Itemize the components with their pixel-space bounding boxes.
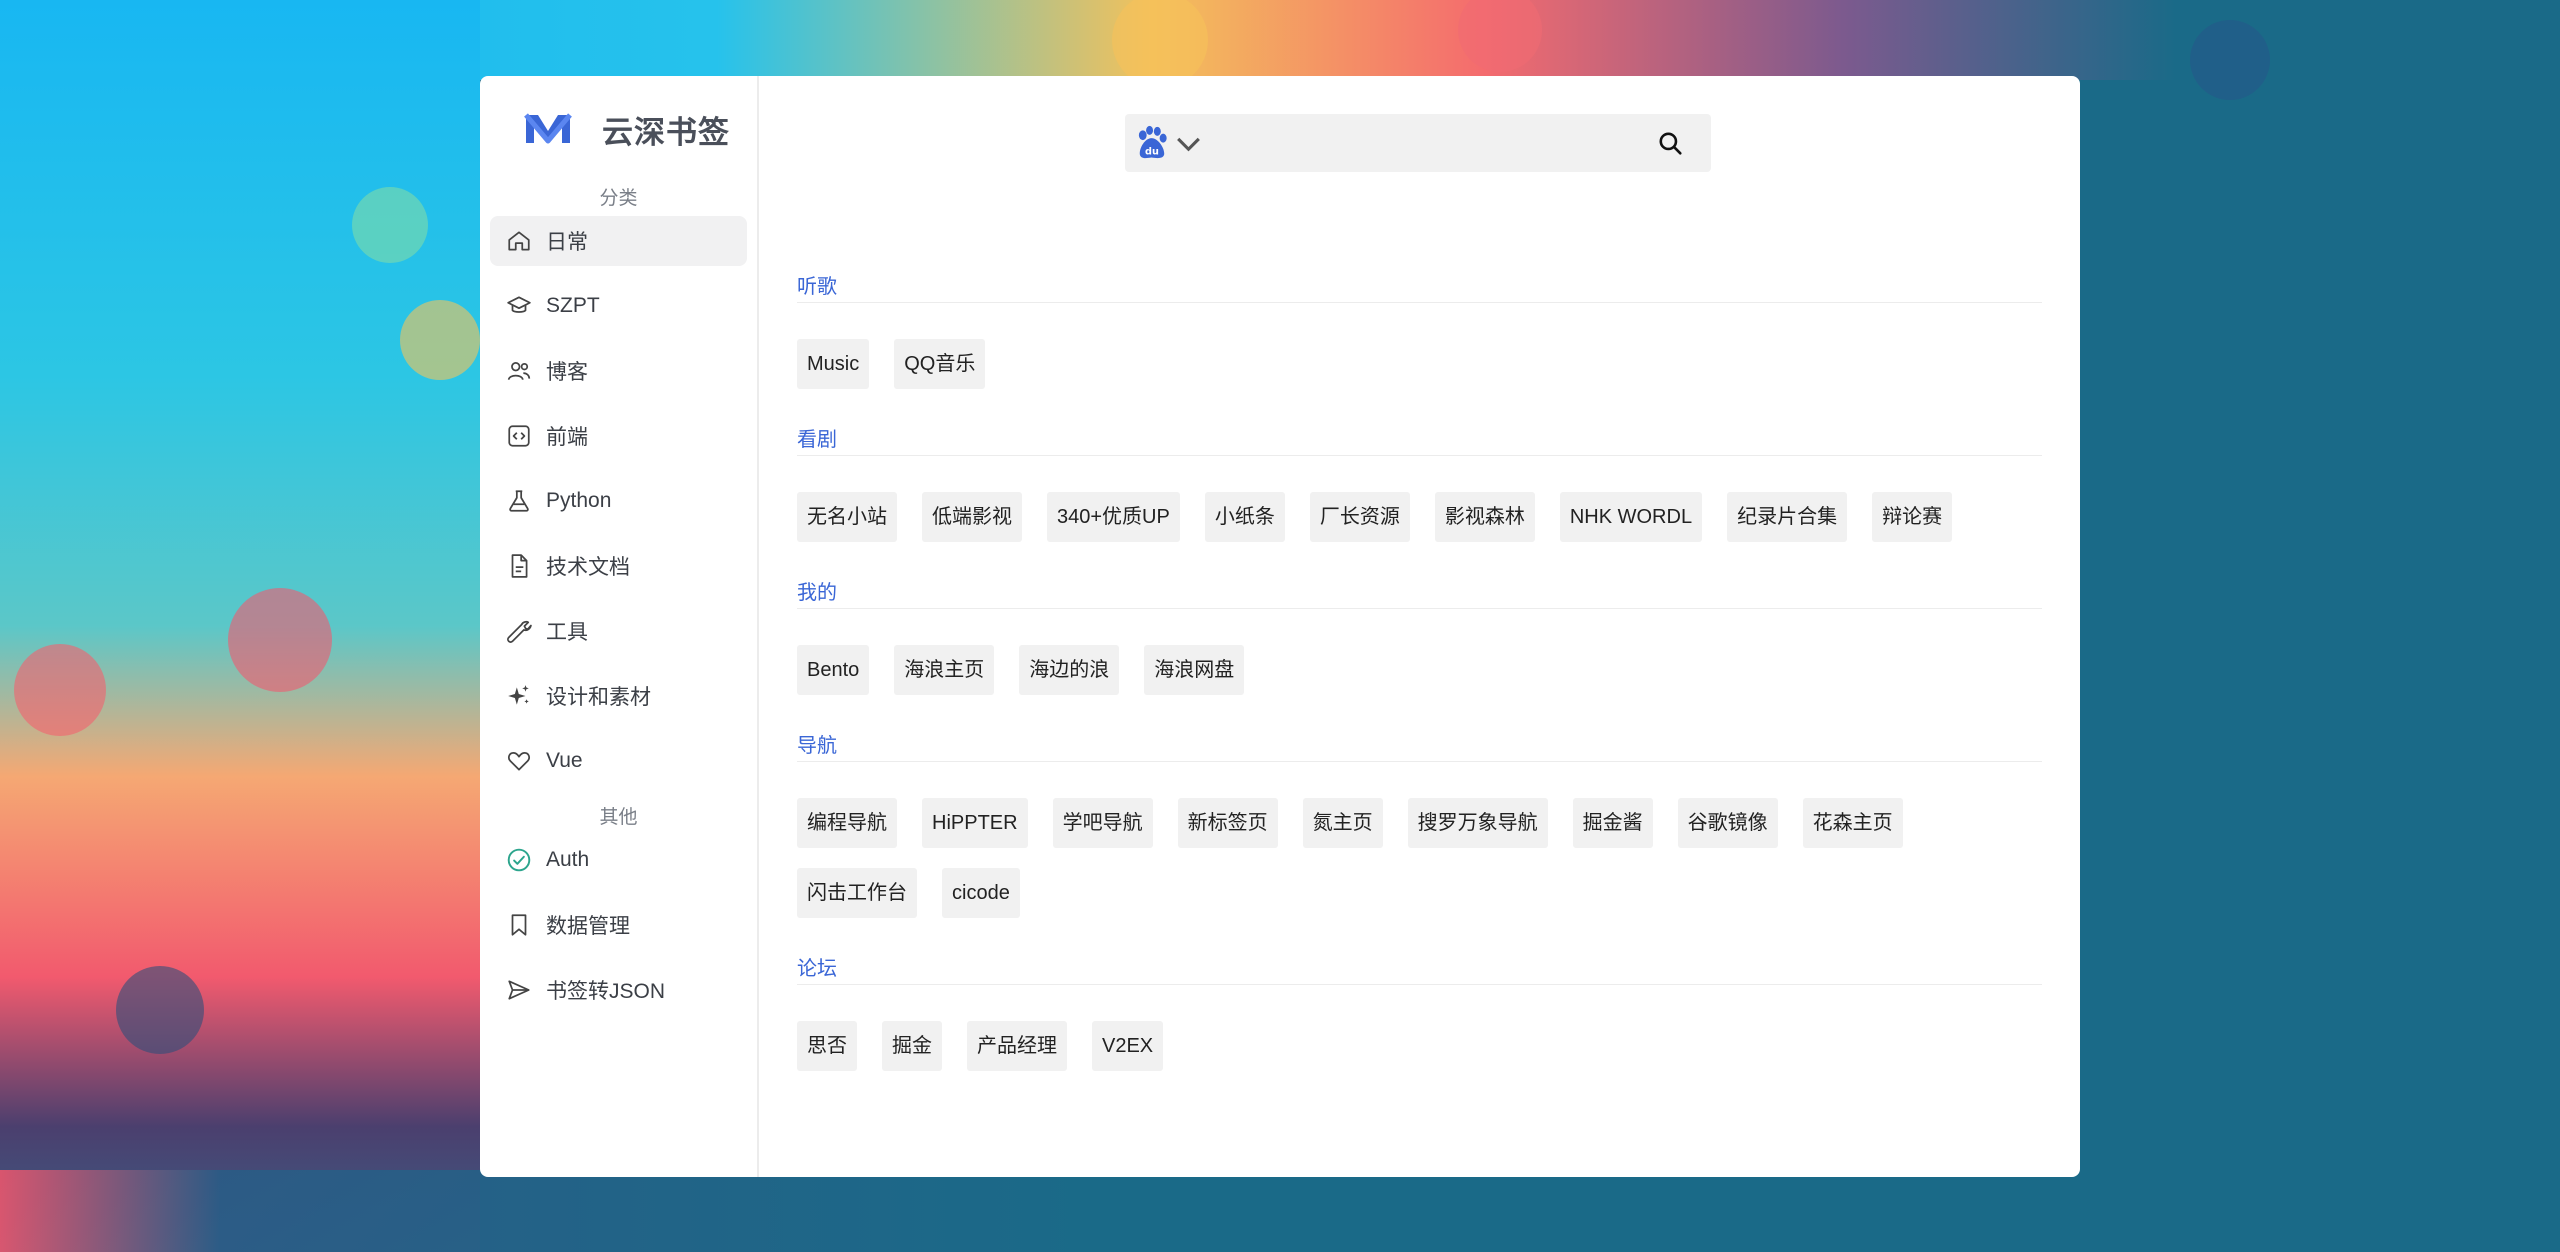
sidebar-item-data-management[interactable]: 数据管理 xyxy=(490,900,747,950)
search-bar: du xyxy=(1125,113,1711,173)
bookmark-link[interactable]: 学吧导航 xyxy=(1052,798,1153,848)
group-title: 我的 xyxy=(797,578,2042,609)
graduation-cap-icon xyxy=(506,293,532,319)
bookmark-link[interactable]: 纪录片合集 xyxy=(1727,492,1848,542)
category-nav: 日常 SZPT 博客 前端 Python 技术文档 工具 设计和素材 Vue xyxy=(490,216,747,786)
bookmark-link[interactable]: 产品经理 xyxy=(967,1021,1067,1071)
main-content: du 听歌 Music QQ音乐 看剧 无名小站 低端影视 340+优质UP 小… xyxy=(759,76,2080,1177)
group-title: 听歌 xyxy=(797,272,2042,303)
group-title: 论坛 xyxy=(797,954,2042,985)
group-shows: 看剧 无名小站 低端影视 340+优质UP 小纸条 厂长资源 影视森林 NHK … xyxy=(797,425,2042,578)
link-list: Bento 海浪主页 海边的浪 海浪网盘 xyxy=(797,609,2042,731)
bookmark-link[interactable]: 编程导航 xyxy=(797,798,897,848)
sidebar-item-bookmark-to-json[interactable]: 书签转JSON xyxy=(490,965,747,1015)
document-icon xyxy=(506,553,532,579)
sidebar-item-label: Vue xyxy=(546,749,583,772)
sidebar-item-tech-docs[interactable]: 技术文档 xyxy=(490,541,747,591)
bookmark-link[interactable]: NHK WORDL xyxy=(1559,492,1703,542)
sidebar-item-label: SZPT xyxy=(546,294,600,317)
section-title-other: 其他 xyxy=(599,807,638,828)
bookmark-link[interactable]: HiPPTER xyxy=(922,798,1028,848)
sidebar-item-auth[interactable]: Auth xyxy=(490,835,747,885)
search-input[interactable] xyxy=(1205,113,1655,173)
bookmark-link[interactable]: 新标签页 xyxy=(1177,798,1278,848)
wrench-icon xyxy=(506,618,532,644)
bookmark-link[interactable]: 海浪主页 xyxy=(894,645,995,695)
sidebar-item-label: 书签转JSON xyxy=(546,980,666,1003)
bookmark-link[interactable]: 花森主页 xyxy=(1802,798,1903,848)
bookmark-groups: 听歌 Music QQ音乐 看剧 无名小站 低端影视 340+优质UP 小纸条 … xyxy=(797,272,2042,1107)
sidebar-item-python[interactable]: Python xyxy=(490,476,747,526)
sidebar-item-label: Python xyxy=(546,489,612,512)
code-icon xyxy=(506,423,532,449)
sidebar: 云深书签 分类 日常 SZPT 博客 前端 Python 技术文档 工具 设计和… xyxy=(480,76,759,1177)
other-nav: Auth 数据管理 书签转JSON xyxy=(490,835,747,1015)
search-icon[interactable] xyxy=(1655,128,1685,158)
sidebar-item-tools[interactable]: 工具 xyxy=(490,606,747,656)
sidebar-item-vue[interactable]: Vue xyxy=(490,736,747,786)
group-title: 导航 xyxy=(797,731,2042,762)
m-logo-icon xyxy=(524,113,572,144)
bookmark-link[interactable]: QQ音乐 xyxy=(894,339,986,389)
users-icon xyxy=(506,358,532,384)
sidebar-item-label: Auth xyxy=(546,848,590,871)
brand-title: 云深书签 xyxy=(602,114,730,150)
sidebar-item-label: 技术文档 xyxy=(546,556,630,579)
sidebar-item-szpt[interactable]: SZPT xyxy=(490,281,747,331)
sidebar-item-blog[interactable]: 博客 xyxy=(490,346,747,396)
bookmark-link[interactable]: 辩论赛 xyxy=(1872,492,1953,542)
check-circle-icon xyxy=(506,847,532,873)
heart-icon xyxy=(506,748,532,774)
link-list: 思否 掘金 产品经理 V2EX xyxy=(797,985,2042,1107)
bookmark-link[interactable]: Bento xyxy=(797,645,870,695)
group-navigation: 导航 编程导航 HiPPTER 学吧导航 新标签页 氮主页 搜罗万象导航 掘金酱… xyxy=(797,731,2042,954)
sidebar-item-label: 前端 xyxy=(546,426,588,449)
bookmark-link[interactable]: 海边的浪 xyxy=(1019,645,1120,695)
group-music: 听歌 Music QQ音乐 xyxy=(797,272,2042,425)
sidebar-item-label: 工具 xyxy=(546,621,588,644)
bookmark-link[interactable]: Music xyxy=(797,339,870,389)
sparkles-icon xyxy=(506,683,532,709)
bookmark-link[interactable]: V2EX xyxy=(1092,1021,1164,1071)
group-title: 看剧 xyxy=(797,425,2042,456)
bookmark-link[interactable]: 340+优质UP xyxy=(1047,492,1180,542)
flask-icon xyxy=(506,488,532,514)
bookmark-link[interactable]: 无名小站 xyxy=(797,492,897,542)
bookmark-link[interactable]: 思否 xyxy=(797,1021,857,1071)
bookmark-link[interactable]: cicode xyxy=(942,868,1020,918)
bookmark-link[interactable]: 闪击工作台 xyxy=(797,868,917,918)
bookmark-link[interactable]: 影视森林 xyxy=(1434,492,1535,542)
bookmark-link[interactable]: 海浪网盘 xyxy=(1144,645,1245,695)
bookmark-link[interactable]: 低端影视 xyxy=(922,492,1022,542)
sidebar-item-design[interactable]: 设计和素材 xyxy=(490,671,747,721)
sidebar-item-label: 博客 xyxy=(546,361,588,384)
chevron-down-icon xyxy=(1177,137,1200,152)
group-mine: 我的 Bento 海浪主页 海边的浪 海浪网盘 xyxy=(797,578,2042,731)
section-title-category: 分类 xyxy=(599,188,638,209)
sidebar-item-label: 数据管理 xyxy=(546,915,630,938)
bookmark-link[interactable]: 掘金 xyxy=(882,1021,942,1071)
sidebar-item-frontend[interactable]: 前端 xyxy=(490,411,747,461)
send-icon xyxy=(506,977,532,1003)
sidebar-item-label: 设计和素材 xyxy=(546,686,651,709)
bookmark-icon xyxy=(506,912,532,938)
bookmark-link[interactable]: 小纸条 xyxy=(1204,492,1285,542)
group-forums: 论坛 思否 掘金 产品经理 V2EX xyxy=(797,954,2042,1107)
sidebar-item-daily[interactable]: 日常 xyxy=(490,216,747,266)
link-list: Music QQ音乐 xyxy=(797,303,2042,425)
home-icon xyxy=(506,228,532,254)
brand[interactable]: 云深书签 xyxy=(490,76,747,182)
search-engine-selector[interactable]: du xyxy=(1125,125,1205,161)
sidebar-item-label: 日常 xyxy=(546,231,588,254)
bookmark-link[interactable]: 氮主页 xyxy=(1302,798,1383,848)
svg-text:du: du xyxy=(1145,147,1159,158)
bookmark-link[interactable]: 厂长资源 xyxy=(1309,492,1410,542)
bookmark-link[interactable]: 掘金酱 xyxy=(1572,798,1653,848)
baidu-paw-icon: du xyxy=(1138,125,1167,159)
bookmark-link[interactable]: 搜罗万象导航 xyxy=(1407,798,1548,848)
link-list: 无名小站 低端影视 340+优质UP 小纸条 厂长资源 影视森林 NHK WOR… xyxy=(797,456,2042,578)
bookmark-link[interactable]: 谷歌镜像 xyxy=(1677,798,1778,848)
app-window: 云深书签 分类 日常 SZPT 博客 前端 Python 技术文档 工具 设计和… xyxy=(480,76,2080,1177)
link-list: 编程导航 HiPPTER 学吧导航 新标签页 氮主页 搜罗万象导航 掘金酱 谷歌… xyxy=(797,762,2042,954)
